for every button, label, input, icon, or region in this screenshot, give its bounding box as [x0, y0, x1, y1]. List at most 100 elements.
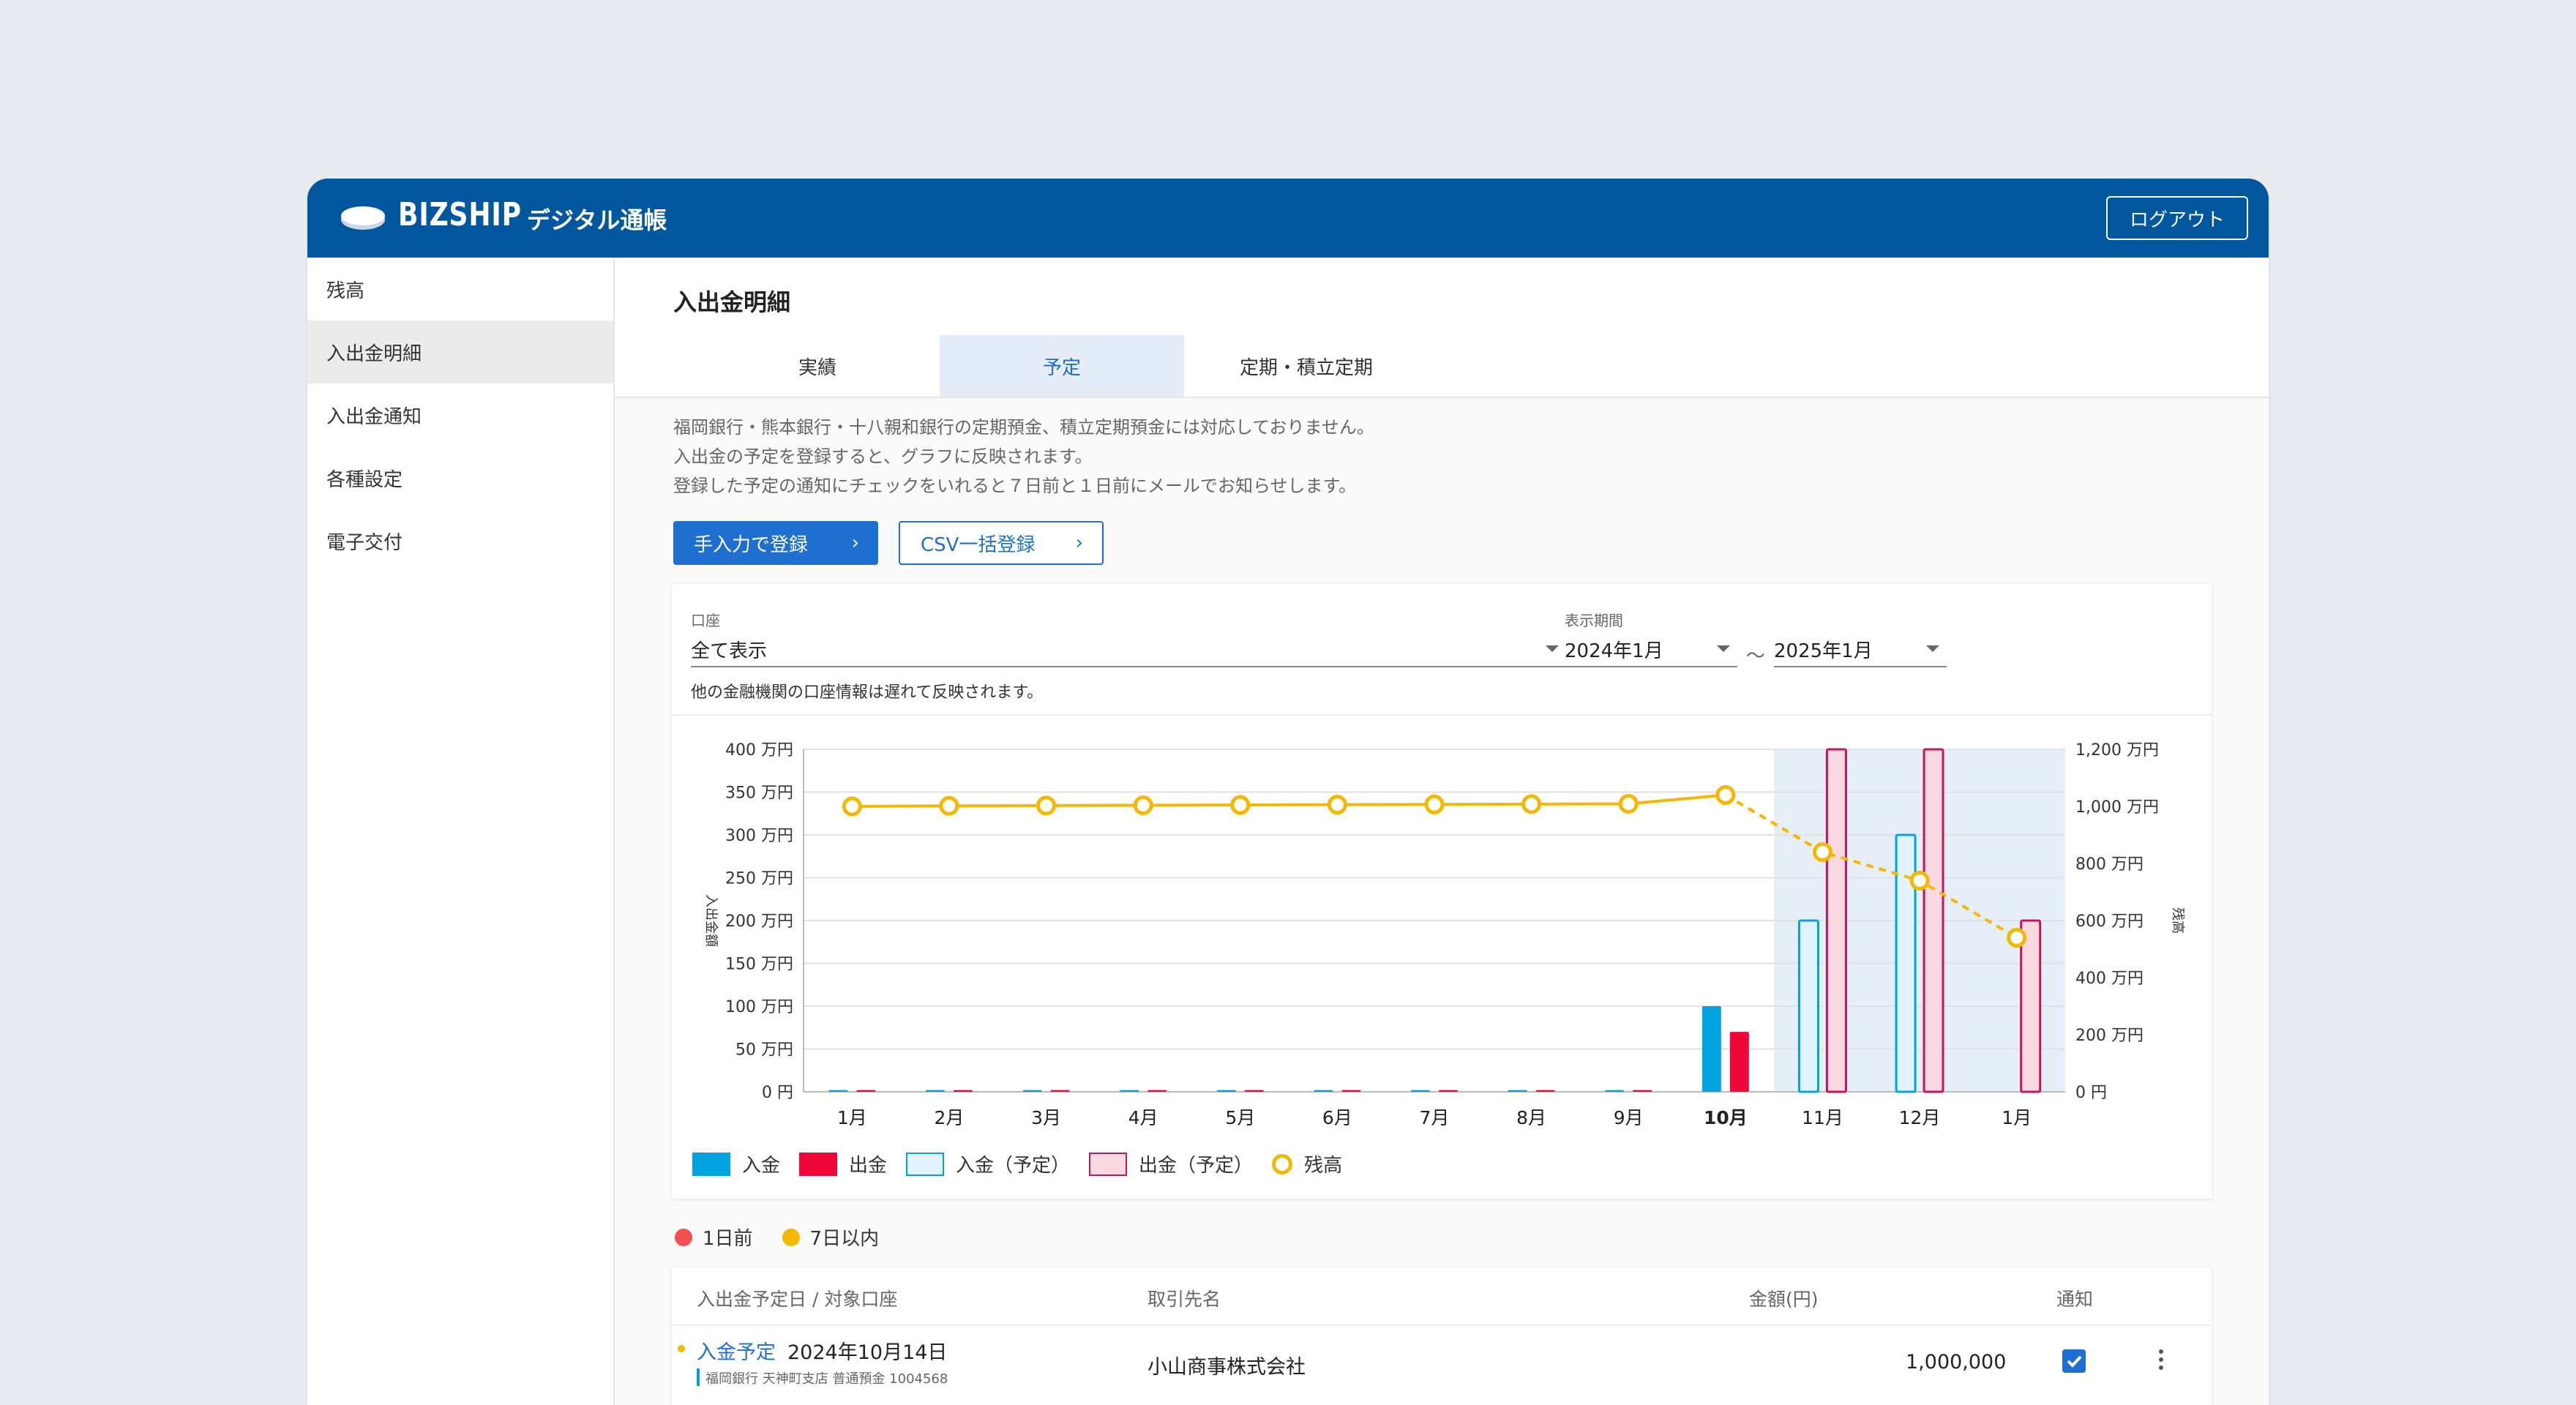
sidebar-item-transactions[interactable]: 入出金明細 — [307, 321, 613, 383]
withdrawal-bar — [1244, 1090, 1264, 1092]
more-menu-icon[interactable] — [2159, 1349, 2163, 1374]
legend-withdrawal-plan: 出金（予定） — [1089, 1150, 1253, 1177]
balance-point — [1327, 795, 1347, 815]
register-buttons: 手入力で登録 › CSV一括登録 › — [673, 521, 1104, 565]
tab-planned[interactable]: 予定 — [940, 335, 1184, 397]
withdrawal-bar — [856, 1090, 876, 1092]
y2-tick-label: 0 円 — [2075, 1084, 2107, 1102]
period-from-select[interactable]: 2024年1月 — [1565, 632, 1737, 667]
period-separator: 〜 — [1746, 645, 1766, 667]
x-tick-label: 3月 — [1031, 1107, 1061, 1128]
column-header: 通知 — [2056, 1289, 2094, 1310]
withdrawal-bar — [1050, 1090, 1070, 1092]
one-day-dot-icon — [675, 1228, 692, 1246]
sidebar-item-notifications[interactable]: 入出金通知 — [307, 383, 613, 446]
legend-swatch — [1272, 1153, 1293, 1174]
deposit-bar — [925, 1090, 945, 1092]
y2-tick-label: 1,000 万円 — [2075, 798, 2159, 817]
row-amount: 1,000,000 — [1906, 1351, 2007, 1374]
sidebar-item-balance[interactable]: 残高 — [307, 258, 613, 321]
balance-point — [1521, 794, 1542, 814]
chart-legend: 入金 出金 入金（予定） 出金（予定） 残高 — [692, 1150, 1361, 1177]
balance-point — [1909, 870, 1930, 891]
app-header: BIZSHIP デジタル通帳 ログアウト — [307, 179, 2269, 258]
y-tick-label: 200 万円 — [725, 913, 793, 931]
x-tick-label: 1月 — [2002, 1107, 2032, 1128]
csv-register-button[interactable]: CSV一括登録 › — [899, 521, 1104, 565]
balance-point — [1036, 795, 1057, 816]
row-date: 2024年10月14日 — [787, 1341, 948, 1364]
tab-actual[interactable]: 実績 — [695, 335, 940, 397]
seven-day-dot-icon — [782, 1228, 800, 1246]
x-tick-label: 8月 — [1516, 1107, 1546, 1128]
csv-register-label: CSV一括登録 — [921, 533, 1036, 556]
balance-point — [842, 796, 862, 817]
y-axis-title: 入出金額 — [703, 894, 719, 947]
y2-axis-title: 残高 — [2170, 907, 2185, 934]
deposit-bar — [1022, 1090, 1042, 1092]
x-tick-label: 12月 — [1899, 1107, 1941, 1128]
y-tick-label: 100 万円 — [725, 998, 793, 1016]
page-title: 入出金明細 — [673, 288, 791, 316]
notice-line: 福岡銀行・熊本銀行・十八親和銀行の定期預金、積立定期預金には対応しておりません。 — [673, 417, 1374, 438]
legend-label: 入金（予定） — [956, 1155, 1071, 1177]
row-partner: 小山商事株式会社 — [1147, 1356, 1306, 1379]
manual-register-button[interactable]: 手入力で登録 › — [673, 521, 878, 565]
withdrawal-plan-bar — [1922, 748, 1944, 1093]
x-tick-label: 7月 — [1420, 1107, 1450, 1128]
x-tick-label: 4月 — [1128, 1107, 1158, 1128]
notice-line: 登録した予定の通知にチェックをいれると７日前と１日前にメールでお知らせします。 — [673, 476, 1357, 496]
check-icon — [2067, 1355, 2082, 1368]
brand-logo-text: BIZSHIP — [398, 196, 522, 233]
balance-point — [1424, 794, 1445, 814]
x-tick-label: 6月 — [1322, 1107, 1352, 1128]
legend-withdrawal: 出金 — [799, 1150, 887, 1177]
legend-deposit: 入金 — [692, 1150, 780, 1177]
notice-text: 福岡銀行・熊本銀行・十八親和銀行の定期預金、積立定期預金には対応しておりません。… — [673, 413, 1374, 501]
legend-label: 入金 — [742, 1155, 781, 1177]
balance-point — [939, 795, 959, 816]
deposit-bar — [1508, 1090, 1527, 1092]
main-content: 入出金明細 実績 予定 定期・積立定期 福岡銀行・熊本銀行・十八親和銀行の定期預… — [615, 258, 2269, 1405]
period-to-select[interactable]: 2025年1月 — [1774, 632, 1947, 667]
withdrawal-bar — [1341, 1090, 1361, 1092]
sidebar-item-e-delivery[interactable]: 電子交付 — [307, 509, 613, 572]
y2-tick-label: 600 万円 — [2075, 913, 2143, 931]
deposit-bar — [828, 1090, 848, 1092]
period-label: 表示期間 — [1565, 612, 1623, 629]
account-select[interactable]: 全て表示 — [691, 632, 1566, 667]
deposit-bar — [1605, 1090, 1625, 1092]
y2-tick-label: 1,200 万円 — [2075, 741, 2159, 760]
legend-swatch — [906, 1152, 945, 1176]
balance-point — [2007, 927, 2027, 948]
manual-register-label: 手入力で登録 — [694, 533, 809, 556]
row-type[interactable]: 入金予定 — [697, 1336, 776, 1365]
column-header: 入出金予定日 / 対象口座 — [697, 1289, 898, 1310]
deposit-bar — [1701, 1006, 1721, 1092]
x-tick-label: 2月 — [934, 1107, 964, 1128]
period-to-value: 2025年1月 — [1774, 640, 1873, 662]
main-header: 入出金明細 実績 予定 定期・積立定期 — [615, 258, 2269, 398]
legend-label: 出金 — [849, 1155, 888, 1177]
seven-day-dot-icon — [678, 1345, 685, 1352]
deposit-bar — [1314, 1090, 1333, 1092]
notify-checkbox[interactable] — [2062, 1349, 2086, 1373]
x-tick-label: 9月 — [1614, 1107, 1644, 1128]
tab-fixed-deposit[interactable]: 定期・積立定期 — [1184, 335, 1429, 397]
notice-line: 入出金の予定を登録すると、グラフに反映されます。 — [673, 446, 1093, 467]
balance-line — [852, 793, 1726, 808]
divider — [672, 714, 2212, 716]
withdrawal-bar — [1633, 1090, 1652, 1092]
balance-point — [1715, 784, 1736, 805]
withdrawal-bar — [953, 1090, 973, 1092]
withdrawal-bar — [1147, 1090, 1167, 1092]
sidebar-item-settings[interactable]: 各種設定 — [307, 446, 613, 509]
withdrawal-plan-bar — [2020, 919, 2042, 1093]
logout-button[interactable]: ログアウト — [2106, 196, 2248, 240]
deposit-bar — [1216, 1090, 1236, 1092]
legend-label: 残高 — [1304, 1155, 1343, 1177]
withdrawal-bar — [1729, 1032, 1749, 1092]
account-hint: 他の金融機関の口座情報は遅れて反映されます。 — [691, 683, 1044, 702]
deposit-plan-bar — [1895, 833, 1917, 1093]
deposit-bar — [1120, 1090, 1139, 1092]
